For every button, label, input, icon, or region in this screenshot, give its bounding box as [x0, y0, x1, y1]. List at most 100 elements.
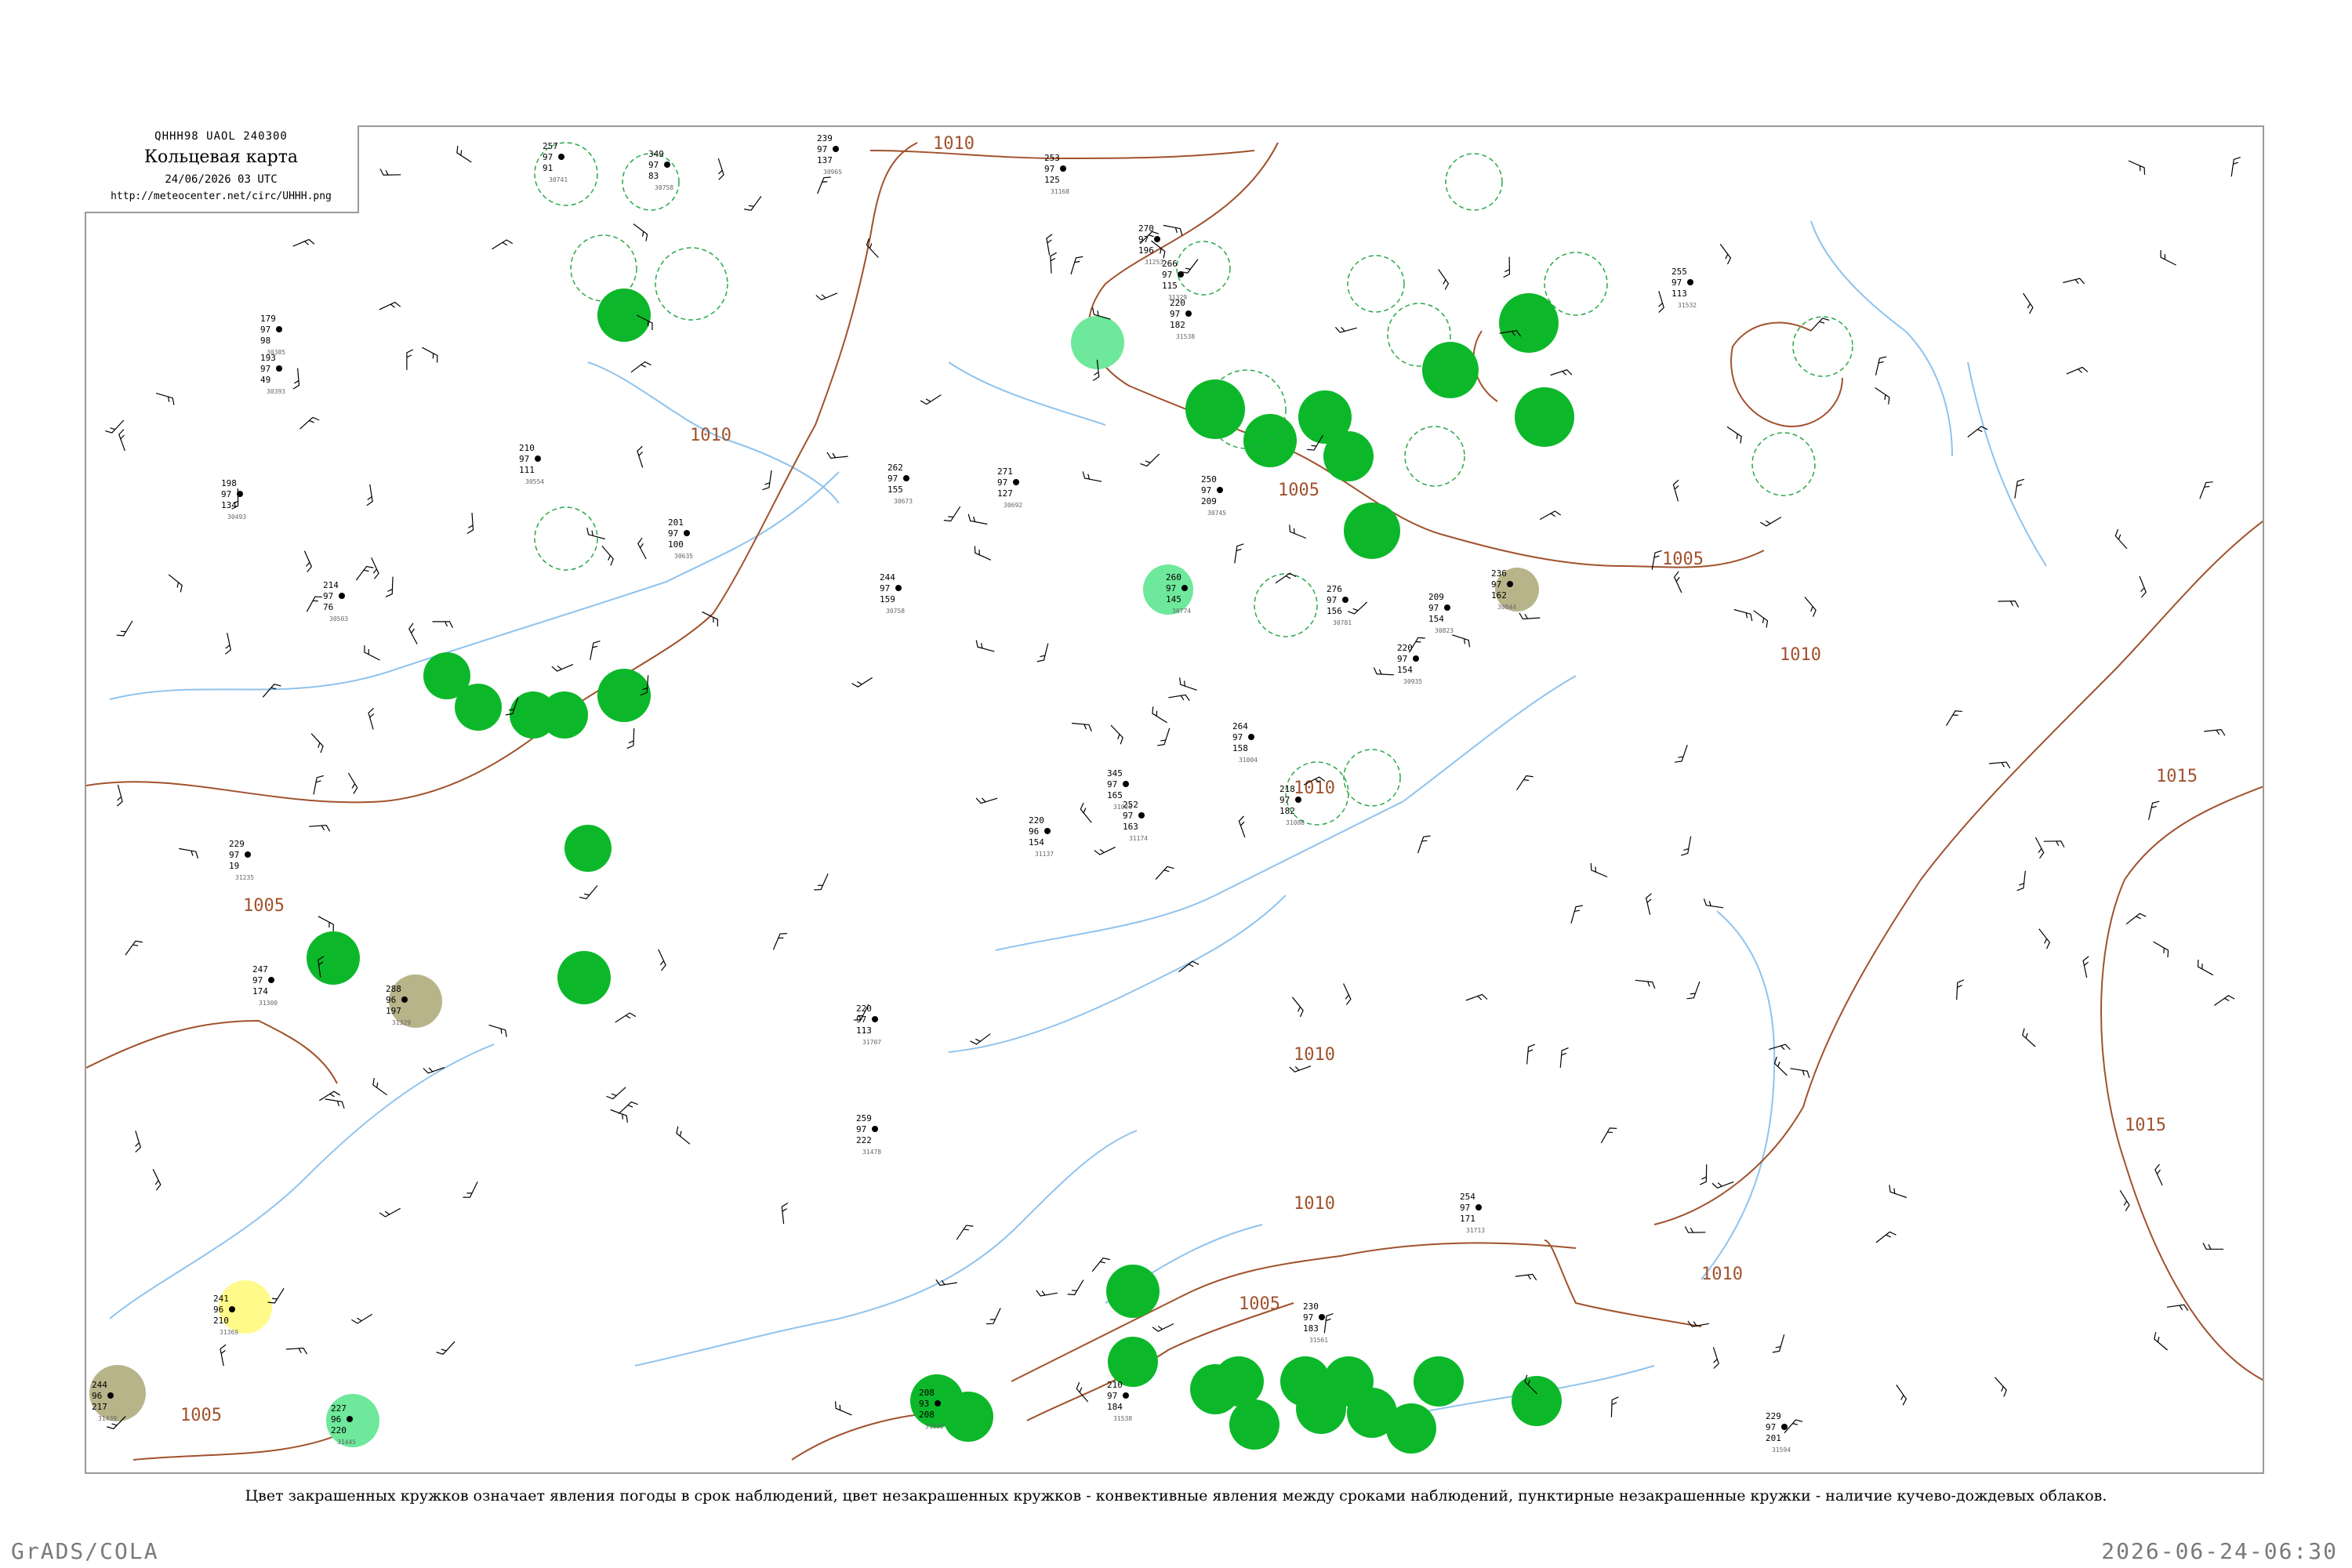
cb-ring[interactable] [1176, 241, 1231, 296]
station-dewpoint: 159 [880, 594, 895, 604]
station-plot[interactable]: 27697156 30781 [1327, 584, 1352, 626]
wind-barb [1686, 981, 1700, 1000]
station-plot[interactable]: 22097182 31538 [1170, 298, 1195, 340]
rain-circle[interactable] [1512, 1376, 1562, 1426]
station-marker [684, 530, 690, 536]
rain-circle[interactable] [541, 691, 588, 739]
rain-circle[interactable] [307, 931, 360, 985]
station-plot[interactable]: 25397125 31168 [1044, 153, 1069, 195]
cb-ring[interactable] [1254, 573, 1318, 637]
synoptic-map[interactable]: 1010 1010 1005 1005 1005 1010 1010 1010 … [86, 127, 2264, 1474]
cb-ring[interactable] [534, 506, 598, 571]
rain-circle[interactable] [1323, 431, 1374, 481]
station-dewpoint: 158 [1232, 743, 1248, 753]
station-plot[interactable]: 179979830385 [260, 314, 285, 356]
station-dewpoint: 76 [323, 602, 333, 612]
station-plot[interactable]: 21097111 30554 [519, 443, 544, 485]
station-plot[interactable]: 23997137 30965 [817, 133, 842, 176]
rain-circle[interactable] [1386, 1403, 1436, 1454]
cb-ring[interactable] [1544, 252, 1608, 316]
station-plot[interactable]: 2669711531329 [1162, 259, 1187, 301]
rain-circle[interactable] [564, 825, 612, 872]
wind-barb-staff [309, 825, 331, 832]
station-plot[interactable]: 24797174 31300 [252, 964, 278, 1007]
rain-circle[interactable] [1185, 379, 1245, 439]
station-plot[interactable]: 27197127 30692 [997, 466, 1022, 509]
rain-circle[interactable] [1422, 342, 1479, 398]
wind-barb-staff [1550, 369, 1573, 376]
station-pressure: 210 [519, 443, 535, 453]
station-plot[interactable]: 25997222 31478 [856, 1113, 881, 1156]
wind-barb-staff [2139, 575, 2147, 598]
station-plot[interactable]: 3499783 30758 [648, 149, 673, 191]
wind-barb [1559, 1047, 1569, 1068]
wind-barb-staff [303, 550, 313, 572]
map-url[interactable]: http://meteocenter.net/circ/UHHH.png [85, 191, 358, 202]
cb-ring[interactable] [570, 234, 637, 302]
cb-ring[interactable] [1347, 255, 1405, 313]
cb-ring[interactable] [1792, 316, 1853, 377]
wind-barb-staff [1600, 1127, 1617, 1144]
wind-barb [975, 640, 995, 652]
rain-circle[interactable] [1229, 1399, 1279, 1450]
cb-ring[interactable] [1445, 153, 1503, 211]
map-frame: 1010 1010 1005 1005 1005 1010 1010 1010 … [85, 125, 2264, 1474]
station-plot[interactable]: 22997201 31594 [1766, 1411, 1791, 1454]
rain-circle[interactable] [1106, 1265, 1160, 1318]
rain-circle[interactable] [557, 951, 611, 1004]
rain-circle[interactable] [1214, 1356, 1264, 1406]
station-plot[interactable]: 1939749 30393 [260, 353, 285, 395]
station-plot[interactable]: 20197100 30635 [668, 517, 693, 560]
station-plot[interactable]: 2149776 30503 [323, 580, 348, 622]
station-temp: 93 [919, 1399, 929, 1409]
cb-ring[interactable] [1387, 303, 1451, 367]
wind-barb [1726, 426, 1742, 444]
station-plot[interactable]: 2209711331707 [856, 1004, 881, 1046]
rain-circle[interactable] [1414, 1356, 1464, 1406]
wind-barb-staff [135, 1131, 141, 1152]
wind-barb-staff [1875, 1231, 1896, 1243]
wind-barb [1526, 1044, 1536, 1065]
station-dewpoint: 196 [1138, 245, 1154, 256]
station-marker [229, 1306, 235, 1312]
wind-barb-staff [676, 1126, 691, 1145]
station-plot[interactable]: 2579791 30741 [543, 141, 568, 183]
station-id: 31088 [1286, 819, 1305, 826]
rain-circle[interactable] [597, 669, 651, 722]
station-id: 31235 [235, 874, 254, 881]
wind-barb-staff [1417, 835, 1431, 854]
wind-barb [2148, 800, 2160, 820]
rain-circle[interactable] [455, 684, 502, 731]
station-plot[interactable]: 20997154 30823 [1428, 592, 1454, 634]
station-marker [268, 977, 274, 983]
station-id: 30745 [1207, 510, 1226, 517]
rain-circle[interactable] [1499, 293, 1559, 353]
station-plot[interactable]: 19897134 30493 [221, 478, 246, 521]
station-plot[interactable]: 25597113 31532 [1671, 267, 1697, 309]
wind-barb-staff [956, 1225, 974, 1240]
station-plot[interactable]: 2299719 31235 [229, 839, 254, 881]
rain-circle[interactable] [1344, 503, 1400, 559]
station-plot[interactable]: 22097154 30935 [1397, 643, 1422, 685]
station-id: 31329 [392, 1019, 411, 1026]
rain-circle[interactable] [943, 1392, 993, 1442]
station-plot[interactable]: 23097183 31561 [1303, 1301, 1328, 1344]
rain-circle[interactable] [1515, 387, 1574, 447]
cb-ring[interactable] [655, 247, 728, 321]
station-plot[interactable]: 22096154 31137 [1029, 815, 1054, 858]
station-plot[interactable]: 25497171 31713 [1460, 1192, 1485, 1234]
wind-barb-staff [1684, 1225, 1706, 1233]
station-plot[interactable]: 26297155 30673 [887, 463, 913, 505]
cb-ring[interactable] [1404, 426, 1465, 487]
station-plot[interactable]: 24497159 30758 [880, 572, 905, 615]
rain-circle[interactable] [1243, 414, 1297, 467]
wind-barb-staff [432, 621, 454, 629]
station-plot[interactable]: 25097209 30745 [1201, 474, 1226, 517]
cb-ring[interactable] [1751, 432, 1816, 496]
rain-circle[interactable] [597, 289, 651, 342]
station-plot[interactable]: 25297163 31174 [1123, 800, 1148, 842]
cb-ring[interactable] [1343, 749, 1401, 807]
station-plot[interactable]: 26497158 31004 [1232, 721, 1258, 764]
wind-barb-staff [637, 537, 647, 560]
wind-barb-staff [1559, 1047, 1569, 1068]
